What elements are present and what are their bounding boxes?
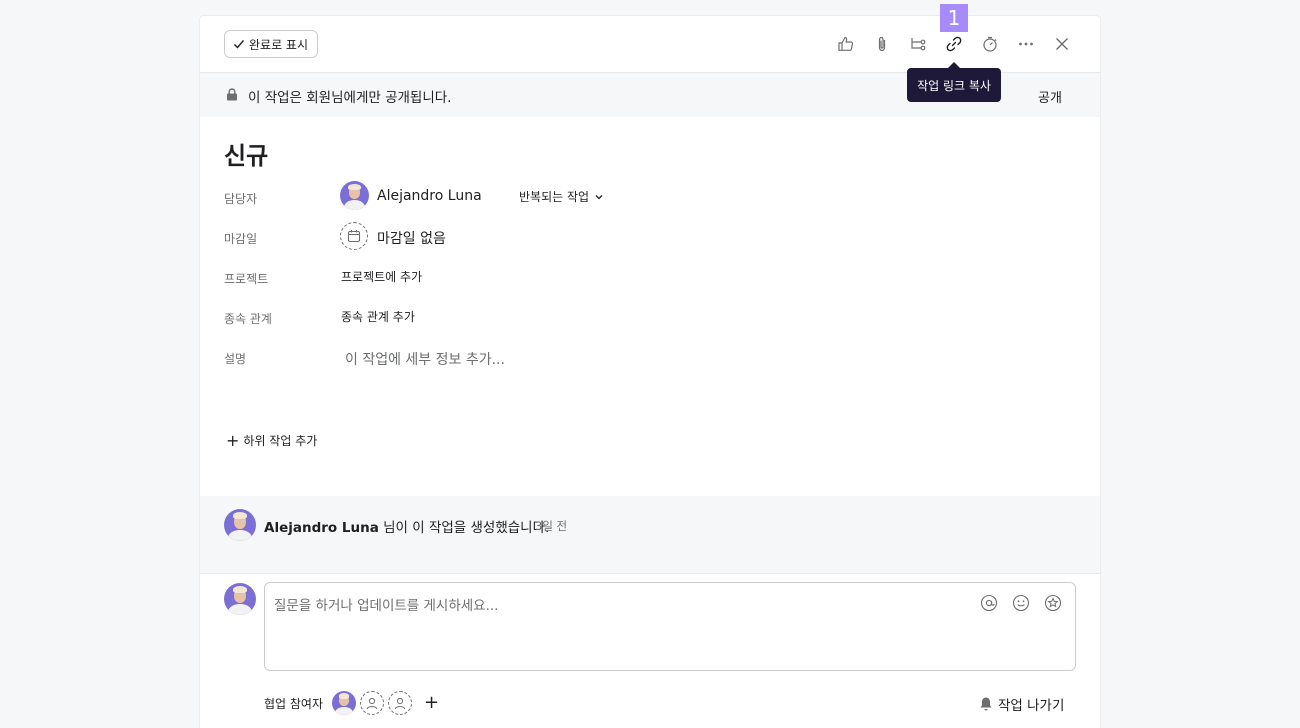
- step-badge: 1: [940, 4, 968, 32]
- assignee-avatar[interactable]: [340, 181, 369, 210]
- current-user-avatar: [224, 583, 256, 615]
- copy-link-icon[interactable]: [942, 32, 966, 56]
- paperclip-icon[interactable]: [870, 32, 894, 56]
- collaborators-label: 협업 참여자: [264, 697, 324, 711]
- comment-placeholder: 질문을 하거나 업데이트를 게시하세요...: [274, 598, 499, 614]
- due-date-label: 마감일: [224, 232, 258, 246]
- add-subtask-label: 하위 작업 추가: [243, 434, 318, 448]
- add-to-project-button[interactable]: 프로젝트에 추가: [341, 268, 422, 285]
- assignee-name[interactable]: Alejandro Luna: [377, 188, 482, 204]
- add-subtask-button[interactable]: + 하위 작업 추가: [226, 432, 317, 449]
- activity-avatar[interactable]: [224, 509, 256, 541]
- thumbs-up-icon[interactable]: [834, 32, 858, 56]
- lock-icon: [227, 88, 237, 101]
- copy-link-tooltip: 작업 링크 복사: [907, 62, 1001, 102]
- task-title[interactable]: 신규: [224, 136, 268, 171]
- mark-complete-button[interactable]: 완료로 표시: [224, 30, 319, 58]
- close-icon[interactable]: [1050, 32, 1074, 56]
- activity-author[interactable]: Alejandro Luna: [264, 520, 379, 536]
- recurring-task-dropdown[interactable]: 반복되는 작업: [519, 188, 604, 205]
- more-icon[interactable]: [1014, 32, 1038, 56]
- task-detail-panel: 완료로 표시 이 작업은 회원님에게만 공개됩니다. 공개 신규 담당자 Ale…: [200, 16, 1100, 728]
- mark-complete-label: 완료로 표시: [249, 37, 309, 52]
- activity-feed: Alejandro Luna 님이 이 작업을 생성했습니다. 3일 전: [200, 496, 1100, 574]
- chevron-down-icon: [595, 194, 603, 199]
- calendar-icon[interactable]: [340, 222, 368, 250]
- add-collaborator-button[interactable]: +: [424, 692, 439, 713]
- plus-icon: +: [226, 430, 240, 450]
- check-icon: [234, 40, 245, 49]
- make-public-button[interactable]: 공개: [1038, 87, 1062, 106]
- recurring-task-label: 반복되는 작업: [519, 190, 590, 204]
- timer-icon[interactable]: [978, 32, 1002, 56]
- activity-action: 님이 이 작업을 생성했습니다.: [378, 520, 550, 536]
- due-date-value[interactable]: 마감일 없음: [377, 228, 446, 248]
- comment-input[interactable]: 질문을 하거나 업데이트를 게시하세요...: [264, 582, 1076, 671]
- description-input[interactable]: 이 작업에 세부 정보 추가...: [345, 349, 505, 369]
- privacy-message: 이 작업은 회원님에게만 공개됩니다.: [248, 90, 452, 106]
- activity-timestamp: 3일 전: [535, 519, 568, 533]
- project-label: 프로젝트: [224, 272, 269, 286]
- collaborator-avatar[interactable]: [332, 691, 356, 715]
- subtask-icon[interactable]: [906, 32, 930, 56]
- add-collaborator-icon[interactable]: [388, 691, 412, 715]
- mention-icon[interactable]: [979, 593, 999, 613]
- description-label: 설명: [224, 352, 247, 366]
- leave-task-button[interactable]: 작업 나가기: [978, 694, 1064, 714]
- bell-icon: [980, 697, 992, 711]
- assignee-label: 담당자: [224, 192, 258, 206]
- dependency-label: 종속 관계: [224, 312, 272, 326]
- activity-text: Alejandro Luna 님이 이 작업을 생성했습니다.: [264, 516, 549, 536]
- add-collaborator-icon[interactable]: [360, 691, 384, 715]
- add-dependency-button[interactable]: 종속 관계 추가: [341, 308, 415, 325]
- leave-task-label: 작업 나가기: [998, 698, 1065, 714]
- star-icon[interactable]: [1043, 593, 1063, 613]
- emoji-icon[interactable]: [1011, 593, 1031, 613]
